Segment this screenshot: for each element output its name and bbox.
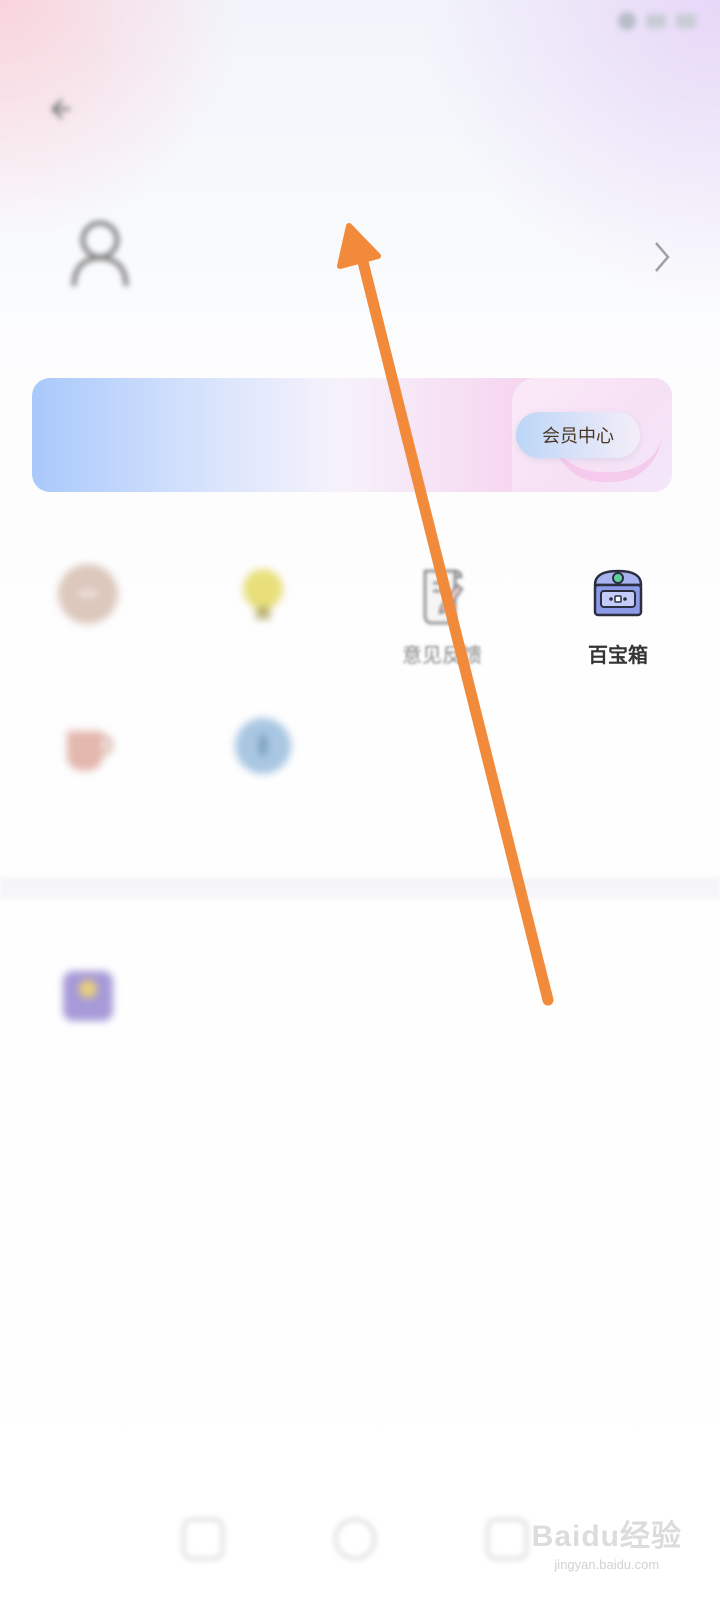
tool-item-7[interactable] [18, 965, 158, 1041]
tool-item-treasure-box[interactable]: 百宝箱 [548, 563, 688, 668]
wifi-icon [646, 14, 666, 28]
tool-item-2[interactable] [193, 563, 333, 639]
avatar[interactable] [60, 210, 140, 290]
tool-item-5[interactable] [18, 715, 158, 791]
lightbulb-icon [232, 563, 294, 625]
tool-item-6[interactable] [193, 715, 333, 791]
feedback-label: 意见反馈 [402, 643, 482, 667]
baidu-watermark: Baidu经验 jingyan.baidu.com [532, 1511, 682, 1572]
circle-icon [57, 563, 119, 625]
status-bar [0, 0, 720, 48]
feedback-scroll-icon [411, 563, 473, 625]
status-icons [618, 12, 696, 30]
avatar-silhouette-icon [71, 220, 129, 287]
vip-banner[interactable]: 会员中心 [32, 378, 672, 492]
treasure-chest-icon [587, 563, 649, 625]
purple-square-icon [57, 965, 119, 1027]
battery-icon [676, 14, 696, 28]
back-button[interactable] [30, 80, 88, 138]
back-icon [50, 98, 70, 120]
watermark-brand: Baidu经验 [531, 1520, 682, 1553]
section-divider [0, 878, 720, 900]
nav-home-icon[interactable] [182, 1518, 224, 1560]
member-center-button[interactable]: 会员中心 [516, 412, 640, 458]
nav-discover-icon[interactable] [334, 1518, 376, 1560]
watermark-url: jingyan.baidu.com [554, 1557, 660, 1572]
tool-item-feedback[interactable]: 意见反馈 [372, 563, 512, 668]
tool-item-1[interactable] [18, 563, 158, 639]
signal-icon [618, 12, 636, 30]
cup-icon [57, 715, 119, 777]
nav-profile-icon[interactable] [486, 1518, 528, 1560]
treasure-box-label: 百宝箱 [588, 643, 648, 667]
profile-section[interactable] [60, 205, 700, 315]
blue-circle-icon [232, 715, 294, 777]
chevron-right-icon[interactable] [650, 237, 674, 277]
